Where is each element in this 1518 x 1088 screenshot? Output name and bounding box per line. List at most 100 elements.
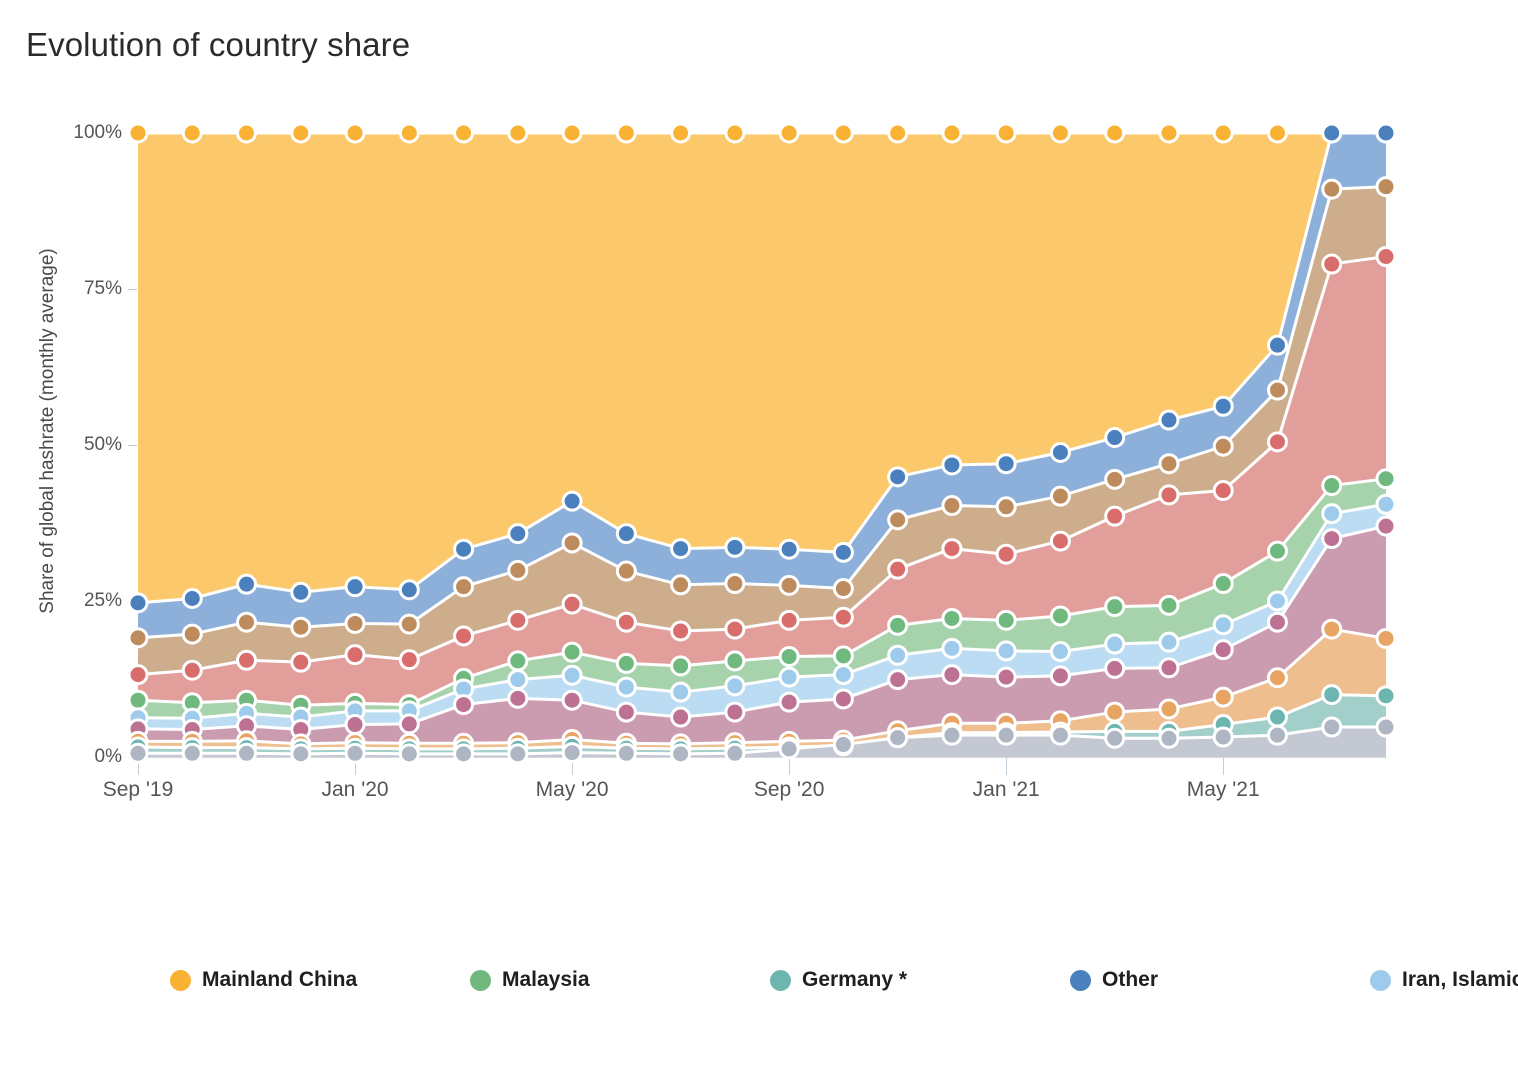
data-point[interactable] [995, 543, 1017, 565]
data-point[interactable] [290, 122, 312, 144]
data-point[interactable] [887, 727, 909, 749]
data-point[interactable] [615, 742, 637, 764]
data-point[interactable] [1049, 605, 1071, 627]
data-point[interactable] [398, 649, 420, 671]
data-point[interactable] [127, 627, 149, 649]
data-point[interactable] [507, 523, 529, 545]
data-point[interactable] [941, 495, 963, 517]
data-point[interactable] [995, 724, 1017, 746]
data-point[interactable] [832, 734, 854, 756]
data-point[interactable] [670, 655, 692, 677]
data-point[interactable] [615, 523, 637, 545]
data-point[interactable] [724, 701, 746, 723]
data-point[interactable] [1266, 122, 1288, 144]
data-point[interactable] [1212, 435, 1234, 457]
data-point[interactable] [887, 558, 909, 580]
data-point[interactable] [507, 669, 529, 691]
data-point[interactable] [615, 701, 637, 723]
data-point[interactable] [453, 743, 475, 765]
legend-item[interactable]: Germany * [770, 965, 1070, 995]
data-point[interactable] [995, 453, 1017, 475]
data-point[interactable] [1375, 176, 1397, 198]
data-point[interactable] [1158, 484, 1180, 506]
data-point[interactable] [453, 576, 475, 598]
data-point[interactable] [344, 122, 366, 144]
data-point[interactable] [453, 625, 475, 647]
data-point[interactable] [344, 576, 366, 598]
data-point[interactable] [941, 454, 963, 476]
data-point[interactable] [1104, 505, 1126, 527]
data-point[interactable] [1212, 480, 1234, 502]
data-point[interactable] [398, 613, 420, 635]
data-point[interactable] [507, 687, 529, 709]
data-point[interactable] [561, 490, 583, 512]
data-point[interactable] [1158, 657, 1180, 679]
data-point[interactable] [127, 664, 149, 686]
data-point[interactable] [1321, 122, 1343, 144]
legend-item[interactable]: Mainland China [170, 965, 470, 995]
data-point[interactable] [778, 538, 800, 560]
data-point[interactable] [1212, 573, 1234, 595]
data-point[interactable] [1266, 706, 1288, 728]
data-point[interactable] [670, 706, 692, 728]
data-point[interactable] [670, 743, 692, 765]
data-point[interactable] [561, 689, 583, 711]
data-point[interactable] [1104, 596, 1126, 618]
data-point[interactable] [1104, 657, 1126, 679]
data-point[interactable] [1049, 641, 1071, 663]
data-point[interactable] [887, 509, 909, 531]
data-point[interactable] [724, 675, 746, 697]
data-point[interactable] [832, 578, 854, 600]
data-point[interactable] [236, 122, 258, 144]
data-point[interactable] [181, 122, 203, 144]
data-point[interactable] [1321, 716, 1343, 738]
data-point[interactable] [1049, 530, 1071, 552]
data-point[interactable] [941, 607, 963, 629]
data-point[interactable] [1158, 631, 1180, 653]
data-point[interactable] [127, 122, 149, 144]
data-point[interactable] [1375, 468, 1397, 490]
data-point[interactable] [941, 664, 963, 686]
data-point[interactable] [561, 664, 583, 686]
data-point[interactable] [561, 532, 583, 554]
data-point[interactable] [941, 538, 963, 560]
data-point[interactable] [941, 637, 963, 659]
data-point[interactable] [670, 620, 692, 642]
data-point[interactable] [1321, 528, 1343, 550]
data-point[interactable] [236, 742, 258, 764]
data-point[interactable] [1049, 122, 1071, 144]
data-point[interactable] [615, 676, 637, 698]
data-point[interactable] [127, 689, 149, 711]
data-point[interactable] [1158, 453, 1180, 475]
data-point[interactable] [832, 688, 854, 710]
data-point[interactable] [995, 122, 1017, 144]
data-point[interactable] [832, 606, 854, 628]
data-point[interactable] [507, 650, 529, 672]
data-point[interactable] [832, 645, 854, 667]
data-point[interactable] [1212, 122, 1234, 144]
data-point[interactable] [127, 592, 149, 614]
data-point[interactable] [778, 666, 800, 688]
data-point[interactable] [1266, 667, 1288, 689]
data-point[interactable] [561, 122, 583, 144]
legend-item[interactable]: Iran, Islamic Rep. [1370, 965, 1518, 995]
data-point[interactable] [1158, 698, 1180, 720]
data-point[interactable] [181, 623, 203, 645]
data-point[interactable] [887, 466, 909, 488]
data-point[interactable] [995, 609, 1017, 631]
data-point[interactable] [1321, 475, 1343, 497]
data-point[interactable] [236, 573, 258, 595]
legend-item[interactable]: Other [1070, 965, 1370, 995]
data-point[interactable] [507, 743, 529, 765]
data-point[interactable] [995, 666, 1017, 688]
data-point[interactable] [561, 742, 583, 764]
data-point[interactable] [724, 536, 746, 558]
data-point[interactable] [453, 694, 475, 716]
data-point[interactable] [398, 579, 420, 601]
data-point[interactable] [453, 122, 475, 144]
data-point[interactable] [1212, 639, 1234, 661]
data-point[interactable] [1321, 503, 1343, 525]
data-point[interactable] [1321, 684, 1343, 706]
data-point[interactable] [1212, 726, 1234, 748]
data-point[interactable] [1375, 515, 1397, 537]
